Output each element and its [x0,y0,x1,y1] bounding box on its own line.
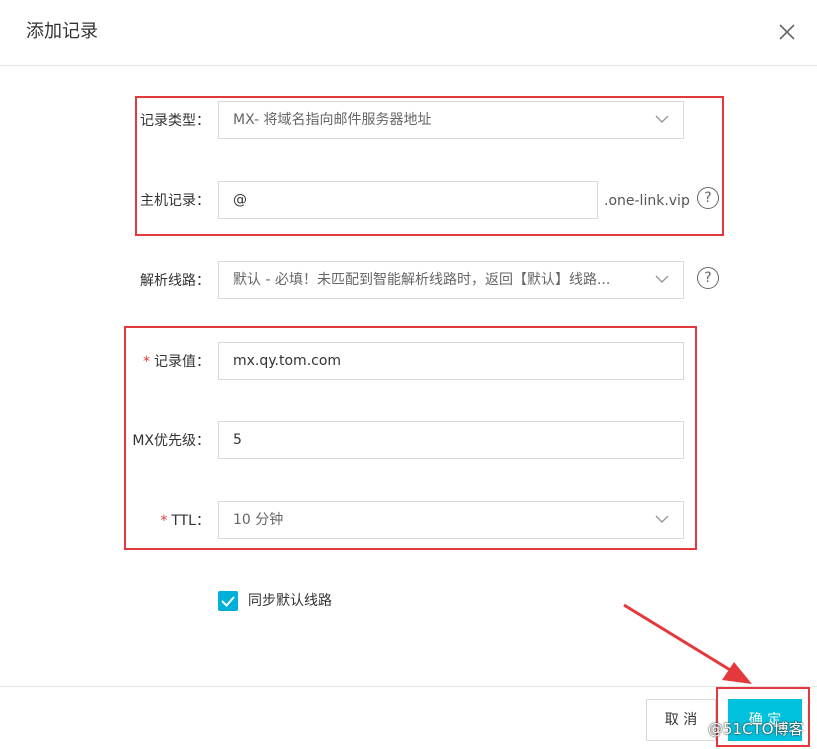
annotation-arrow [623,603,752,684]
watermark: @51CTO博客 [708,720,804,738]
add-record-dialog: 添加记录 记录类型： MX- 将域名指向邮件服务器地址 主机记录： @ .one… [0,0,817,749]
